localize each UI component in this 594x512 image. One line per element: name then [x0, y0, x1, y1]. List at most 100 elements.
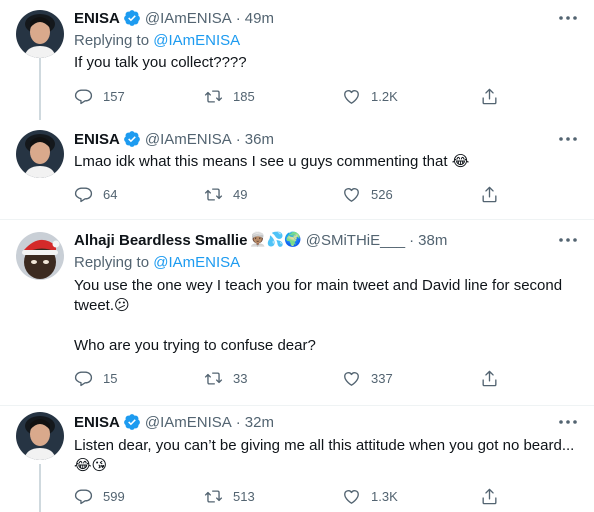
share-button[interactable] [480, 87, 499, 106]
avatar-smallie[interactable] [16, 232, 64, 280]
reply-bubble-icon [74, 370, 93, 386]
thread-line [39, 464, 41, 512]
tweet-text: Listen dear, you can’t be giving me all … [74, 436, 584, 476]
replying-label: Replying to [74, 254, 150, 271]
replying-to: Replying to @IAmENISA [74, 32, 240, 49]
more-options-button[interactable] [556, 129, 580, 149]
reply-count: 15 [103, 370, 118, 386]
reply-bubble-icon [74, 488, 93, 504]
heart-icon [344, 371, 359, 386]
author-handle[interactable]: @IAmENISA [145, 414, 232, 431]
tweet-text-line: tweet.😕 [74, 297, 130, 314]
share-icon [482, 370, 497, 386]
timestamp[interactable]: 36m [245, 131, 274, 148]
timestamp[interactable]: 32m [245, 414, 274, 431]
verified-badge-icon [123, 413, 141, 431]
author-handle[interactable]: @IAmENISA [145, 131, 232, 148]
tweet-feed: ENISA @IAmENISA · 49m Replying to @IAmEN… [0, 0, 594, 512]
tweet-header: ENISA @IAmENISA · 32m [74, 412, 274, 432]
like-count: 1.3K [371, 488, 398, 504]
retweet-icon [204, 371, 223, 385]
retweet-count: 49 [233, 186, 248, 202]
tweet-header: Alhaji Beardless Smallie 👳🏽‍♀️💦🌍 @SMiTHi… [74, 230, 447, 250]
tweet-1[interactable]: ENISA @IAmENISA · 49m Replying to @IAmEN… [0, 0, 594, 120]
tweet-text-line [74, 316, 584, 336]
name-emoji: 👳🏽‍♀️💦🌍 [249, 232, 302, 248]
tweet-actions: 157 185 1.2K [74, 86, 514, 106]
verified-badge-icon [123, 130, 141, 148]
reply-count: 157 [103, 88, 125, 104]
retweet-count: 185 [233, 88, 255, 104]
tweet-text: You use the one wey I teach you for main… [74, 276, 584, 356]
like-button[interactable]: 1.2K [342, 87, 398, 106]
tweet-4[interactable]: ENISA @IAmENISA · 32m Listen dear, you c… [0, 406, 594, 512]
timestamp[interactable]: 49m [245, 10, 274, 27]
author-handle[interactable]: @IAmENISA [145, 10, 232, 27]
separator-dot: · [235, 413, 241, 431]
more-dots-icon [559, 16, 577, 20]
retweet-button[interactable]: 185 [204, 87, 255, 106]
replying-label: Replying to [74, 32, 150, 49]
thread-line [39, 58, 41, 120]
more-options-button[interactable] [556, 412, 580, 432]
tweet-3[interactable]: Alhaji Beardless Smallie 👳🏽‍♀️💦🌍 @SMiTHi… [0, 220, 594, 406]
like-button[interactable]: 1.3K [342, 487, 398, 506]
verified-badge-icon [123, 9, 141, 27]
reply-bubble-icon [74, 186, 93, 202]
like-count: 337 [371, 370, 393, 386]
tweet-2[interactable]: ENISA @IAmENISA · 36m Lmao idk what this… [0, 120, 594, 220]
retweet-count: 33 [233, 370, 248, 386]
tweet-actions: 15 33 337 [74, 368, 514, 388]
author-name[interactable]: ENISA [74, 131, 120, 148]
more-options-button[interactable] [556, 230, 580, 250]
heart-icon [344, 89, 359, 104]
reply-count: 64 [103, 186, 118, 202]
more-dots-icon [559, 238, 577, 242]
author-name[interactable]: ENISA [74, 10, 120, 27]
retweet-button[interactable]: 49 [204, 185, 247, 204]
avatar-enisa[interactable] [16, 412, 64, 460]
reply-button[interactable]: 157 [74, 87, 125, 106]
reply-bubble-icon [74, 88, 93, 104]
retweet-icon [204, 187, 223, 201]
more-options-button[interactable] [556, 8, 580, 28]
share-icon [482, 88, 497, 104]
tweet-text-line: Lmao idk what this means I see u guys co… [74, 153, 470, 170]
reply-button[interactable]: 64 [74, 185, 117, 204]
heart-icon [344, 187, 359, 202]
replying-to-link[interactable]: @IAmENISA [153, 32, 240, 49]
like-button[interactable]: 337 [342, 369, 393, 388]
more-dots-icon [559, 420, 577, 424]
tweet-header: ENISA @IAmENISA · 49m [74, 8, 274, 28]
tweet-text: If you talk you collect???? [74, 53, 584, 73]
share-button[interactable] [480, 369, 499, 388]
tweet-actions: 599 513 1.3K [74, 486, 514, 506]
retweet-icon [204, 489, 223, 503]
author-name[interactable]: Alhaji Beardless Smallie [74, 232, 247, 249]
like-button[interactable]: 526 [342, 185, 393, 204]
retweet-button[interactable]: 33 [204, 369, 247, 388]
replying-to: Replying to @IAmENISA [74, 254, 240, 271]
author-handle[interactable]: @SMiTHiE___ [306, 232, 405, 249]
author-name[interactable]: ENISA [74, 414, 120, 431]
reply-count: 599 [103, 488, 125, 504]
tweet-text-line: 😂😘 [74, 457, 108, 474]
retweet-icon [204, 89, 223, 103]
reply-button[interactable]: 599 [74, 487, 125, 506]
reply-button[interactable]: 15 [74, 369, 117, 388]
tweet-text: Lmao idk what this means I see u guys co… [74, 152, 584, 172]
like-count: 526 [371, 186, 393, 202]
share-button[interactable] [480, 487, 499, 506]
tweet-actions: 64 49 526 [74, 184, 514, 204]
replying-to-link[interactable]: @IAmENISA [153, 254, 240, 271]
retweet-button[interactable]: 513 [204, 487, 255, 506]
like-count: 1.2K [371, 88, 398, 104]
share-button[interactable] [480, 185, 499, 204]
avatar-enisa[interactable] [16, 130, 64, 178]
share-icon [482, 488, 497, 504]
heart-icon [344, 489, 359, 504]
avatar-enisa[interactable] [16, 10, 64, 58]
more-dots-icon [559, 137, 577, 141]
separator-dot: · [409, 231, 415, 249]
timestamp[interactable]: 38m [418, 232, 447, 249]
